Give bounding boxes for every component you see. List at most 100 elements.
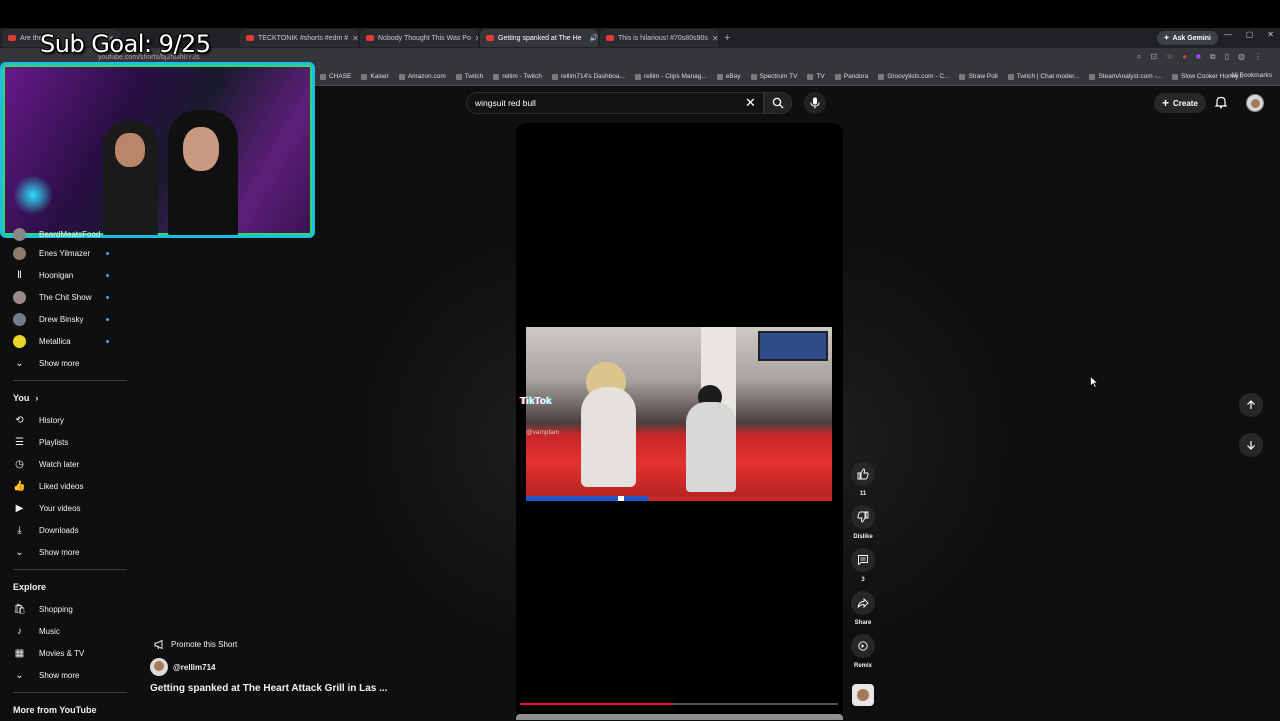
bookmark[interactable]: Kaiser: [361, 73, 389, 80]
minimize-icon[interactable]: —: [1224, 30, 1232, 39]
install-icon[interactable]: ⊡: [1150, 52, 1157, 62]
new-content-dot: [106, 317, 109, 321]
chevron-down-icon: ⌄: [15, 546, 24, 558]
bookmark[interactable]: Spectrum TV: [750, 73, 797, 80]
chevron-down-icon: ⌄: [15, 357, 24, 369]
bookmark-favicon-icon: [750, 73, 757, 80]
bookmark-favicon-icon: [1172, 73, 1179, 80]
explore-show-more[interactable]: ⌄ Show more: [0, 664, 128, 686]
browser-tab[interactable]: This is hilarious! #70s80s90s ✕: [600, 29, 718, 47]
stream-top-bar: [0, 0, 1280, 28]
like-action: 11: [851, 462, 875, 497]
bookmark-favicon-icon: [834, 73, 841, 80]
close-tab-icon[interactable]: ✕: [712, 34, 718, 43]
close-tab-icon[interactable]: ✕: [475, 34, 478, 43]
close-tab-icon[interactable]: ✕: [352, 34, 358, 43]
browser-tab-active[interactable]: Getting spanked at The He🔊✕: [480, 29, 598, 47]
arrow-down-icon: [1247, 441, 1255, 450]
video-frame: [526, 327, 832, 501]
dislike-button[interactable]: [851, 505, 875, 529]
bookmark[interactable]: Pandora: [834, 73, 868, 80]
promote-short-button[interactable]: Promote this Short: [150, 636, 241, 652]
channel-link[interactable]: @rellim714: [150, 658, 216, 676]
bookmark[interactable]: Straw Poll: [959, 73, 998, 80]
extension-purple-icon[interactable]: ■: [1196, 52, 1201, 62]
youtube-favicon-icon: [246, 35, 254, 41]
liked-icon: 👍: [13, 480, 26, 492]
you-show-more[interactable]: ⌄ Show more: [0, 541, 128, 563]
bookmark-favicon-icon: [361, 73, 368, 80]
sidebar-item-shopping[interactable]: 🛍 Shopping: [0, 598, 128, 620]
voice-search-button[interactable]: [804, 92, 826, 114]
search-button[interactable]: [764, 92, 792, 114]
sidebar-item-movies[interactable]: ▦ Movies & TV: [0, 642, 128, 664]
sidebar-item-liked-videos[interactable]: 👍 Liked videos: [0, 475, 128, 497]
next-short-button[interactable]: [1239, 433, 1263, 457]
bookmark[interactable]: TV: [807, 73, 825, 80]
browser-tab[interactable]: Nobody Thought This Was Po✕: [360, 29, 478, 47]
bookmark[interactable]: rellim714's Dashboa...: [551, 73, 625, 80]
search-input[interactable]: wingsuit red bull: [466, 92, 764, 114]
bookmark[interactable]: CHASE: [320, 73, 351, 80]
sidebar-item-music[interactable]: ♪ Music: [0, 620, 128, 642]
sidebar-subscription[interactable]: Drew Binsky: [0, 308, 128, 330]
sidebar-subscription[interactable]: Metallica: [0, 330, 128, 352]
new-content-dot: [106, 339, 109, 343]
profile-icon[interactable]: ◍: [1238, 52, 1245, 62]
menu-kebab-icon[interactable]: ⋮: [1254, 52, 1262, 62]
account-avatar[interactable]: [1246, 94, 1264, 112]
comments-button[interactable]: [851, 548, 875, 572]
sidebar-subscription[interactable]: The Chit Show: [0, 286, 128, 308]
bookmark[interactable]: Groovylists.com - C...: [878, 73, 949, 80]
video-progress-bar[interactable]: [520, 703, 838, 705]
sidebar-subscription[interactable]: BeardMeatsFood: [0, 226, 128, 242]
clear-search-icon[interactable]: ✕: [745, 95, 756, 111]
bookmark-favicon-icon: [1089, 73, 1096, 80]
share-button[interactable]: [851, 591, 875, 615]
bookmark[interactable]: Amazon.com: [398, 73, 446, 80]
bookmark[interactable]: Twitch: [455, 73, 483, 80]
bookmark[interactable]: rellim - Twitch: [493, 73, 542, 80]
bookmark[interactable]: SteamAnalyst.com -...: [1089, 73, 1162, 80]
extension-red-icon[interactable]: ●: [1182, 52, 1187, 62]
previous-short-button[interactable]: [1239, 393, 1263, 417]
playlists-icon: ☰: [15, 436, 24, 448]
remix-button[interactable]: [851, 634, 875, 658]
sidebar-item-downloads[interactable]: ⤓ Downloads: [0, 519, 128, 541]
zoom-icon[interactable]: ⌕: [1137, 52, 1141, 62]
you-heading[interactable]: You ›: [0, 387, 128, 409]
bookmark[interactable]: Twitch | Chat moder...: [1007, 73, 1079, 80]
bookmark[interactable]: eBay: [716, 73, 741, 80]
close-window-icon[interactable]: ✕: [1267, 30, 1274, 39]
ask-gemini-button[interactable]: ✦ Ask Gemini: [1156, 31, 1218, 45]
sidebar-subscription[interactable]: Enes Yilmazer: [0, 242, 128, 264]
megaphone-icon: [154, 639, 163, 649]
new-tab-plus-icon[interactable]: +: [724, 32, 730, 44]
sidebar-item-your-videos[interactable]: ▶ Your videos: [0, 497, 128, 519]
sidebar-item-playlists[interactable]: ☰ Playlists: [0, 431, 128, 453]
sidebar-subscription[interactable]: Ⅱ Hoonigan: [0, 264, 128, 286]
sidepanel-icon[interactable]: ▯: [1225, 52, 1229, 62]
maximize-icon[interactable]: ▢: [1246, 30, 1254, 39]
channel-avatar: [13, 312, 26, 326]
sidebar-item-watch-later[interactable]: ◷ Watch later: [0, 453, 128, 475]
sound-avatar[interactable]: [852, 684, 874, 706]
remix-action: Remix: [851, 634, 875, 669]
extension-icons: ⌕ ⊡ ☆ ● ■ ⧉ ▯ ◍ ⋮: [1137, 52, 1262, 62]
like-button[interactable]: [851, 462, 875, 486]
youtube-favicon-icon: [8, 35, 16, 41]
short-title[interactable]: Getting spanked at The Heart Attack Gril…: [150, 683, 387, 694]
create-button[interactable]: + Create: [1154, 93, 1206, 113]
star-bookmark-icon[interactable]: ☆: [1166, 52, 1173, 62]
sidebar-item-history[interactable]: ⟲ History: [0, 409, 128, 431]
channel-avatar: [13, 334, 26, 348]
extensions-puzzle-icon[interactable]: ⧉: [1210, 52, 1216, 62]
browser-tab[interactable]: TECKTONIK #shorts #edm # ✕: [240, 29, 358, 47]
hoonigan-logo-icon: Ⅱ: [17, 269, 22, 281]
bookmark[interactable]: rellim - Clips Manag...: [634, 73, 707, 80]
tiktok-watermark-handle: @vampfam: [526, 429, 560, 436]
subscriptions-show-more[interactable]: ⌄ Show more: [0, 352, 128, 374]
all-bookmarks[interactable]: All Bookmarks: [1230, 72, 1272, 79]
video-person-right: [686, 402, 736, 492]
notifications-button[interactable]: [1214, 95, 1228, 114]
